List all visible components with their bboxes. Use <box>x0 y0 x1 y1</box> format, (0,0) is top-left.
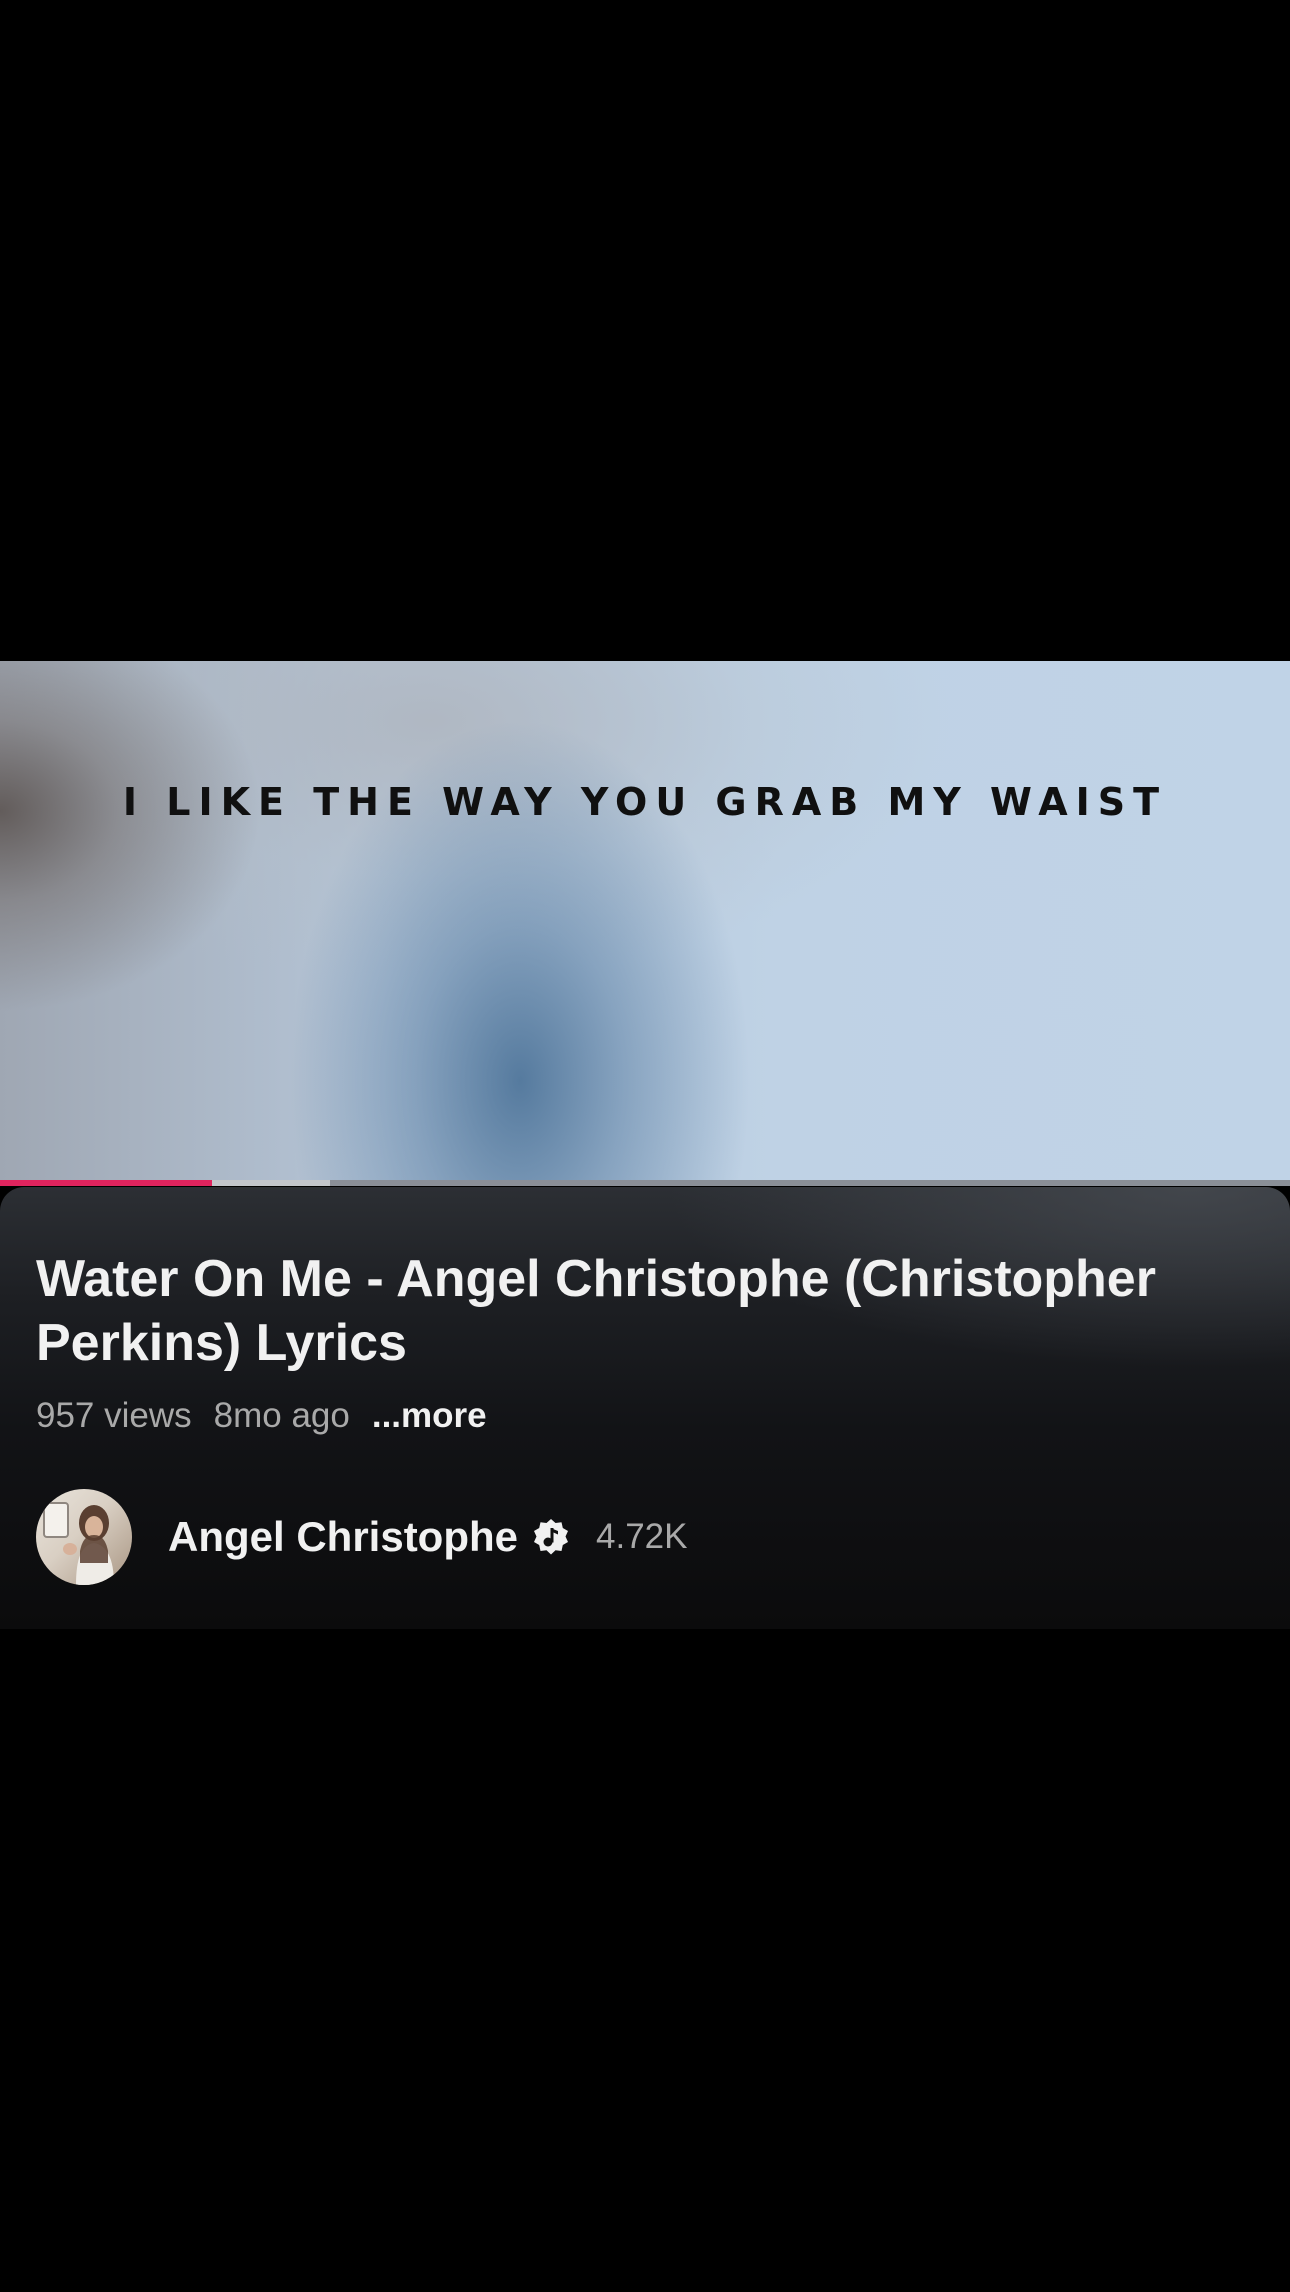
video-title[interactable]: Water On Me - Angel Christophe (Christop… <box>36 1247 1256 1375</box>
progress-played <box>0 1180 212 1186</box>
view-count: 957 views <box>36 1396 192 1435</box>
lyric-caption: I LIKE THE WAY YOU GRAB MY WAIST <box>122 780 1168 824</box>
progress-bar[interactable] <box>0 1180 1290 1186</box>
channel-name[interactable]: Angel Christophe <box>168 1513 518 1561</box>
subscriber-count: 4.72K <box>596 1517 688 1556</box>
video-metadata[interactable]: 957 views 8mo ago ...more <box>36 1395 487 1437</box>
more-button[interactable]: ...more <box>372 1396 487 1435</box>
video-player[interactable]: I LIKE THE WAY YOU GRAB MY WAIST <box>0 661 1290 1181</box>
upload-age: 8mo ago <box>213 1396 350 1435</box>
video-info-panel: Water On Me - Angel Christophe (Christop… <box>0 1187 1290 1629</box>
music-note-verified-icon <box>532 1518 570 1556</box>
channel-row[interactable]: Angel Christophe 4.72K <box>36 1489 687 1585</box>
channel-avatar[interactable] <box>36 1489 132 1585</box>
